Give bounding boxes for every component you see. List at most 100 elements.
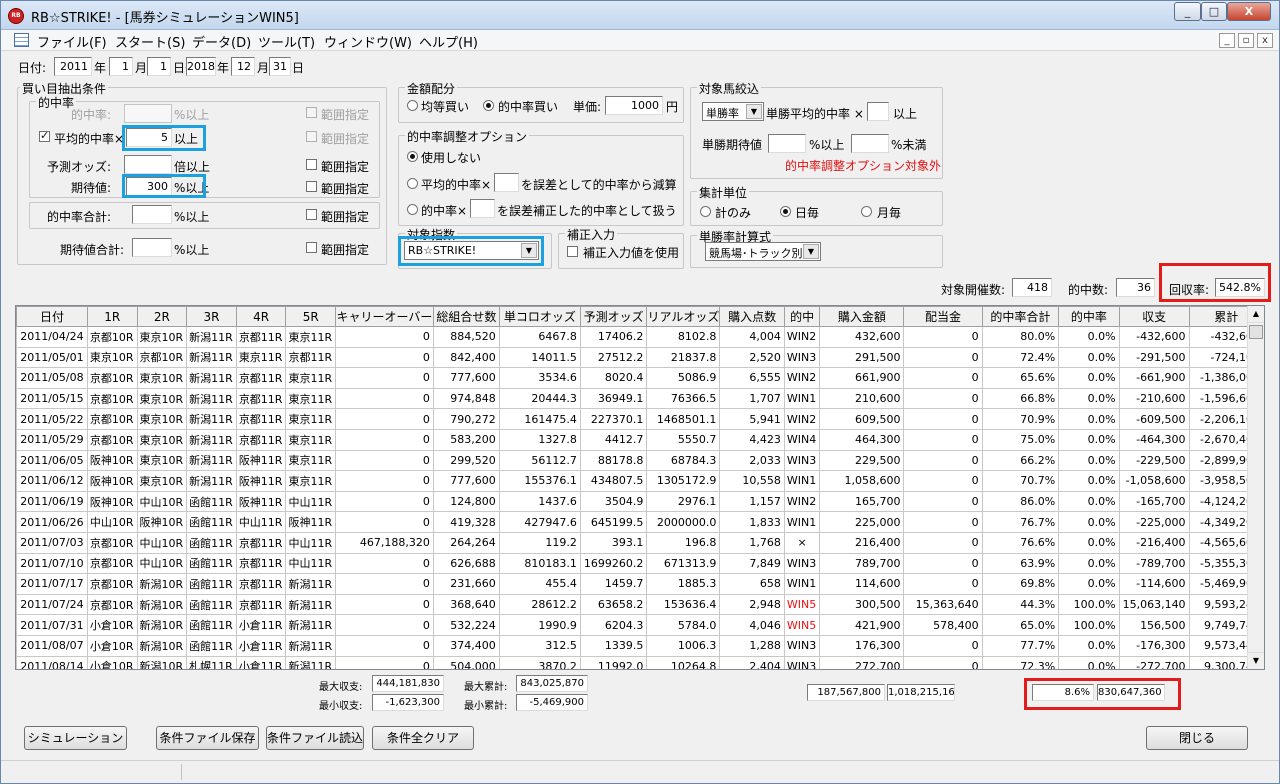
close-window-button[interactable]: 閉じる (1146, 726, 1248, 750)
table-row[interactable]: 2011/05/01 東京10R 京都10R 新潟11R 東京11R 京都11R 0 842,… (16, 346, 1264, 369)
table-row[interactable]: 2011/06/26 中山10R 阪神10R 函館11R 中山11R 阪神11R 0 419,… (16, 511, 1264, 533)
table-row[interactable]: 2011/07/24 京都10R 新潟10R 函館11R 京都11R 新潟11R 0 368,… (16, 593, 1264, 616)
avg-hit-rate-checkbox[interactable] (39, 129, 50, 142)
simulation-button[interactable]: シミュレーション (24, 726, 127, 750)
minimize-button[interactable]: _ (1174, 2, 1201, 21)
column-header[interactable]: 的中率合計 (981, 306, 1060, 327)
mdi-close-button[interactable]: x (1257, 33, 1273, 48)
table-row[interactable]: 2011/04/24 京都10R 東京10R 新潟11R 京都11R 東京11R 0 884,… (16, 326, 1264, 348)
adjust-opt1-input[interactable] (494, 173, 519, 192)
win-formula-select[interactable]: 競馬場･トラック別 ▼ (705, 242, 821, 261)
agg-total-radio[interactable] (700, 206, 711, 217)
dropdown-arrow-icon[interactable]: ▼ (746, 104, 762, 119)
mdi-minimize-button[interactable]: _ (1219, 33, 1235, 48)
table-row[interactable]: 2011/05/08 京都10R 東京10R 新潟11R 京都11R 東京11R 0 777,… (16, 367, 1264, 389)
hit-rate-input[interactable] (124, 104, 172, 123)
column-header[interactable]: 4R (235, 306, 287, 327)
table-row[interactable]: 2011/05/29 京都10R 東京10R 新潟11R 京都11R 東京11R 0 583,… (16, 428, 1264, 451)
agg-daily-radio[interactable] (780, 206, 791, 217)
pred-odds-range-checkbox[interactable] (306, 159, 317, 170)
title-bar[interactable]: RB RB☆STRIKE! - [馬券シミュレーションWIN5] _ □ X (1, 1, 1279, 30)
column-header[interactable]: 収支 (1118, 306, 1190, 327)
clear-conditions-button[interactable]: 条件全クリア (372, 726, 474, 750)
load-conditions-button[interactable]: 条件ファイル読込 (266, 726, 364, 750)
start-day-input[interactable]: 1 (147, 57, 171, 76)
menu-file[interactable]: ファイル(F) (37, 32, 107, 51)
table-row[interactable]: 2011/06/05 阪神10R 東京10R 新潟11R 阪神11R 東京11R 0 299,… (16, 449, 1264, 472)
maximize-button[interactable]: □ (1201, 2, 1227, 21)
even-radio[interactable] (407, 100, 418, 111)
table-cell: 161475.4 (498, 408, 581, 430)
table-row[interactable]: 2011/08/14 小倉10R 新潟10R 札幌11R 小倉11R 新潟11R 0 504,… (16, 655, 1264, 669)
table-cell: WIN5 (783, 593, 821, 616)
unit-price-input[interactable]: 1000 (605, 96, 663, 115)
avg-hit-range-checkbox[interactable] (306, 131, 317, 142)
table-row[interactable]: 2011/07/17 京都10R 新潟10R 函館11R 京都11R 新潟11R 0 231,… (16, 573, 1264, 595)
scroll-down-icon[interactable]: ▼ (1248, 652, 1264, 669)
adjust-opt2-radio[interactable] (407, 204, 418, 215)
win-avg-input[interactable] (867, 102, 889, 121)
hit-rate-range-checkbox[interactable] (306, 107, 317, 118)
hit-sum-input[interactable] (132, 205, 172, 224)
column-header[interactable]: 購入金額 (819, 306, 905, 327)
hit-sum-range-checkbox[interactable] (306, 209, 317, 220)
win-expected-max-input[interactable] (851, 134, 889, 153)
column-header[interactable]: 的中率 (1058, 306, 1120, 327)
table-row[interactable]: 2011/08/07 小倉10R 新潟10R 函館11R 小倉11R 新潟11R 0 374,… (16, 634, 1264, 657)
horse-metric-select[interactable]: 単勝率 ▼ (702, 102, 764, 121)
column-header[interactable]: 的中 (783, 306, 821, 327)
column-header[interactable]: 配当金 (903, 306, 983, 327)
table-cell: 京都10R (86, 593, 138, 616)
table-row[interactable]: 2011/05/22 京都10R 東京10R 新潟11R 京都11R 東京11R 0 790,… (16, 408, 1264, 430)
adjust-opt2-input[interactable] (470, 199, 495, 218)
column-header[interactable]: 3R (186, 306, 237, 327)
save-conditions-button[interactable]: 条件ファイル保存 (156, 726, 259, 750)
adjust-opt1-radio[interactable] (407, 178, 418, 189)
column-header[interactable]: 5R (285, 306, 337, 327)
column-header[interactable]: 総組合せ数 (432, 306, 500, 327)
results-table[interactable]: 日付 1R 2R 3R 4R 5R キャリーオーバー 総組合せ数 単コロオッズ 予測オッズ リアルオ… (15, 305, 1265, 670)
menu-help[interactable]: ヘルプ(H) (419, 32, 478, 51)
end-year-input[interactable]: 2018 (186, 57, 216, 76)
close-button[interactable]: X (1227, 2, 1271, 21)
exp-sum-range-checkbox[interactable] (306, 242, 317, 253)
table-row[interactable]: 2011/07/10 京都10R 中山10R 函館11R 京都11R 中山11R 0 626,… (16, 552, 1264, 575)
dropdown-arrow-icon[interactable]: ▼ (803, 244, 819, 259)
menu-start[interactable]: スタート(S) (115, 32, 185, 51)
column-header[interactable]: キャリーオーバー (335, 306, 434, 327)
win-expected-min-input[interactable] (768, 134, 806, 153)
pred-odds-input[interactable] (124, 155, 172, 174)
expected-range-checkbox[interactable] (306, 181, 317, 192)
table-row[interactable]: 2011/07/31 小倉10R 新潟10R 函館11R 小倉11R 新潟11R 0 532,… (16, 614, 1264, 636)
column-header[interactable]: 1R (86, 306, 138, 327)
vertical-scrollbar[interactable]: ▲ ▼ (1247, 306, 1264, 669)
table-row[interactable]: 2011/06/19 阪神10R 中山10R 函館11R 阪神11R 中山11R 0 124,… (16, 490, 1264, 513)
end-day-input[interactable]: 31 (269, 57, 291, 76)
column-header[interactable]: 予測オッズ (579, 306, 648, 327)
column-header[interactable]: 2R (136, 306, 188, 327)
start-month-input[interactable]: 1 (109, 57, 133, 76)
table-row[interactable]: 2011/07/03 京都10R 中山10R 函館11R 京都11R 中山11R 467,1… (16, 531, 1264, 554)
correction-checkbox[interactable] (567, 246, 578, 257)
adjust-none-radio[interactable] (407, 151, 418, 162)
document-icon[interactable] (14, 33, 29, 47)
start-year-input[interactable]: 2011 (54, 57, 92, 76)
scroll-thumb[interactable] (1249, 325, 1263, 339)
hit-rate-radio[interactable] (483, 100, 494, 111)
menu-window[interactable]: ウィンドウ(W) (324, 32, 412, 51)
table-cell: 10264.8 (646, 655, 721, 669)
exp-sum-input[interactable] (132, 238, 172, 257)
table-row[interactable]: 2011/05/15 京都10R 東京10R 新潟11R 京都11R 東京11R 0 974,… (16, 387, 1264, 410)
end-month-input[interactable]: 12 (231, 57, 255, 76)
table-row[interactable]: 2011/06/12 阪神10R 東京10R 新潟11R 阪神11R 東京11R 0 777,… (16, 470, 1264, 492)
column-header[interactable]: 単コロオッズ (498, 306, 581, 327)
mdi-restore-button[interactable]: ▫ (1238, 33, 1254, 48)
table-cell: 1006.3 (646, 634, 721, 657)
agg-monthly-radio[interactable] (861, 206, 872, 217)
column-header[interactable]: リアルオッズ (646, 306, 721, 327)
column-header[interactable]: 日付 (16, 306, 88, 327)
scroll-up-icon[interactable]: ▲ (1248, 306, 1264, 323)
menu-data[interactable]: データ(D) (192, 32, 251, 51)
menu-tools[interactable]: ツール(T) (258, 32, 315, 51)
column-header[interactable]: 購入点数 (719, 306, 785, 327)
